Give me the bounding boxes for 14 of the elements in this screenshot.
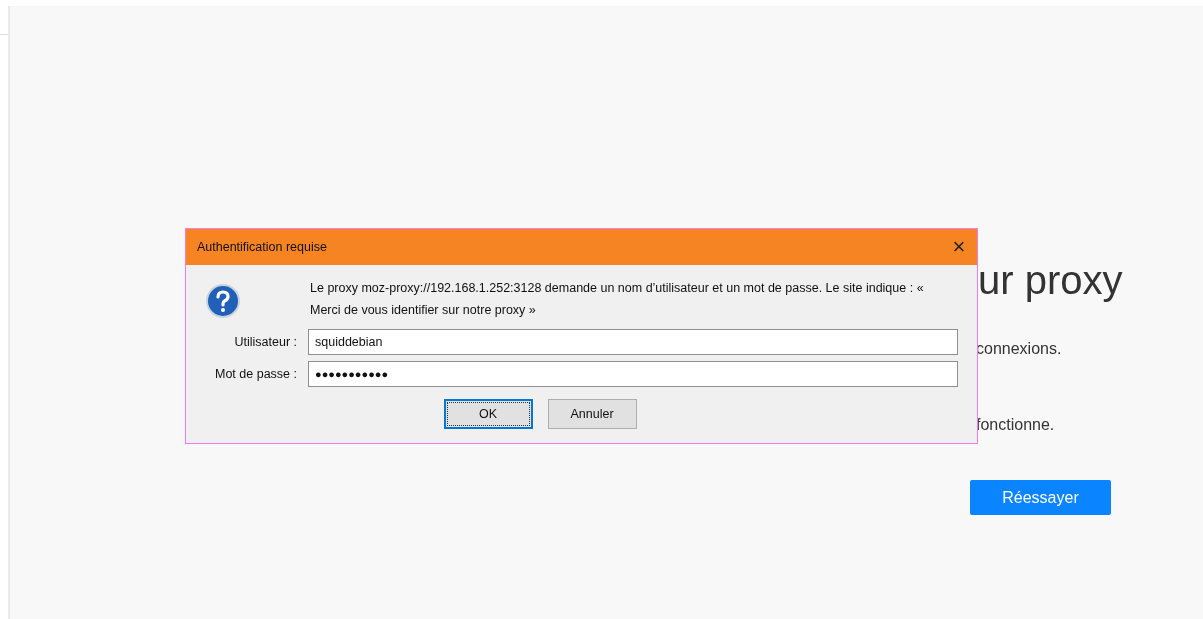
close-button[interactable]: × [941, 229, 977, 265]
question-icon [205, 283, 241, 319]
cancel-button[interactable]: Annuler [547, 399, 637, 429]
page-text: connexions. [976, 340, 1062, 358]
retry-button[interactable]: Réessayer [970, 480, 1111, 515]
page-text: fonctionne. [976, 416, 1055, 434]
input-field[interactable]: squiddebian [308, 329, 958, 355]
ok-button[interactable]: OK [443, 399, 533, 429]
field-label: Mot de passe : [214, 367, 297, 381]
page-heading: ur proxy [978, 257, 1123, 304]
dialog-message: Le proxy moz-proxy://192.168.1.252:3128 demande un nom d’utilisateur et un mot de passe. Le site indique : « Merci de vous identifier sur notre proxy » [310, 280, 925, 319]
dialog-title: Authentification requise [197, 240, 327, 254]
field-label: Utilisateur : [233, 335, 297, 349]
input-field[interactable]: ●●●●●●●●●●● [308, 361, 958, 387]
